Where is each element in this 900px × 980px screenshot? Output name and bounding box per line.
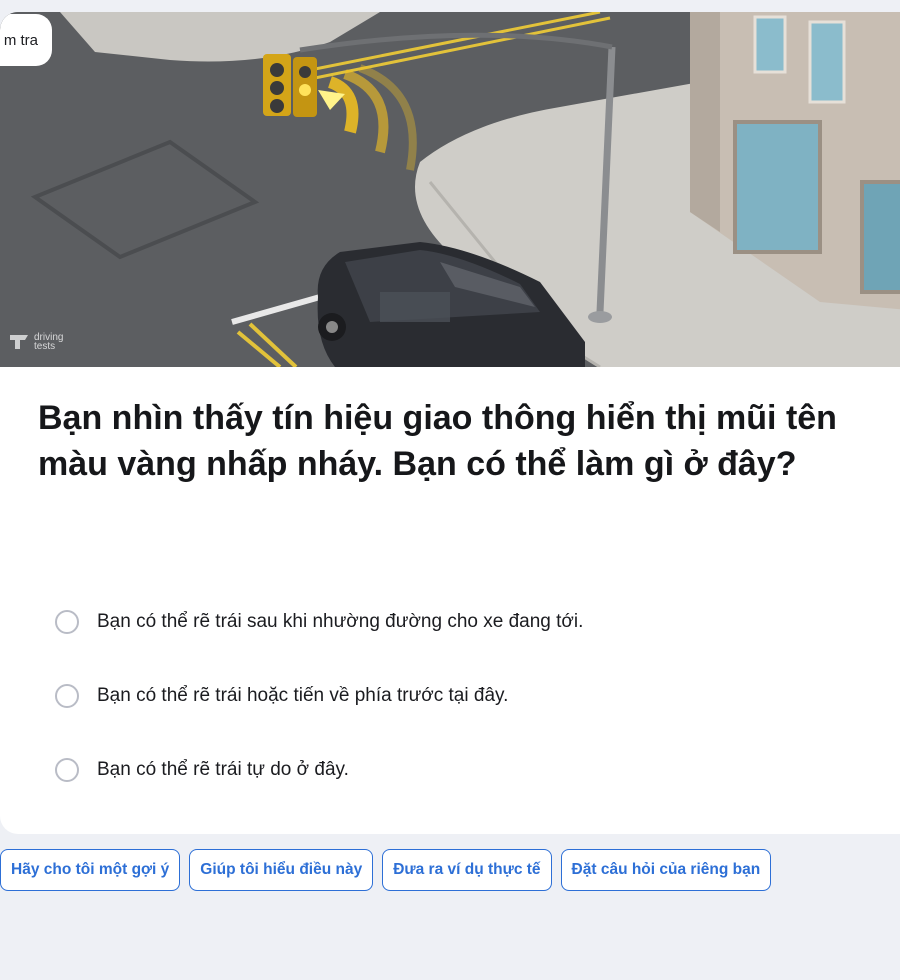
radio-button[interactable]	[55, 610, 79, 634]
answer-option-label: Bạn có thể rẽ trái tự do ở đây.	[97, 759, 349, 780]
tab-label: m tra	[0, 14, 52, 66]
answer-option-label: Bạn có thể rẽ trái hoặc tiến về phía trư…	[97, 685, 509, 706]
radio-button[interactable]	[55, 758, 79, 782]
ask-question-button[interactable]: Đặt câu hỏi của riêng bạn	[560, 849, 772, 891]
question-text: Bạn nhìn thấy tín hiệu giao thông hiển t…	[38, 399, 837, 483]
watermark-logo: driving tests	[8, 332, 74, 352]
radio-button[interactable]	[55, 684, 79, 708]
hint-button[interactable]: Hãy cho tôi một gợi ý	[0, 849, 181, 891]
watermark-text: driving tests	[34, 332, 64, 352]
driving-tests-logo-icon	[10, 335, 28, 349]
tab-label-text: m tra	[3, 31, 38, 49]
answer-option-2[interactable]: Bạn có thể rẽ trái hoặc tiến về phía trư…	[55, 659, 583, 733]
answer-options: Bạn có thể rẽ trái sau khi nhường đường …	[55, 585, 583, 807]
answer-option-label: Bạn có thể rẽ trái sau khi nhường đường …	[97, 611, 584, 632]
example-button[interactable]: Đưa ra ví dụ thực tế	[382, 849, 552, 891]
answer-option-1[interactable]: Bạn có thể rẽ trái sau khi nhường đường …	[55, 585, 583, 659]
intersection-scene	[0, 12, 900, 367]
question-illustration: m tra driving tests	[0, 12, 900, 367]
explain-button[interactable]: Giúp tôi hiểu điều này	[189, 849, 374, 891]
answer-option-3[interactable]: Bạn có thể rẽ trái tự do ở đây.	[55, 733, 583, 807]
help-suggestions: Hãy cho tôi một gợi ý Giúp tôi hiểu điều…	[0, 849, 772, 891]
